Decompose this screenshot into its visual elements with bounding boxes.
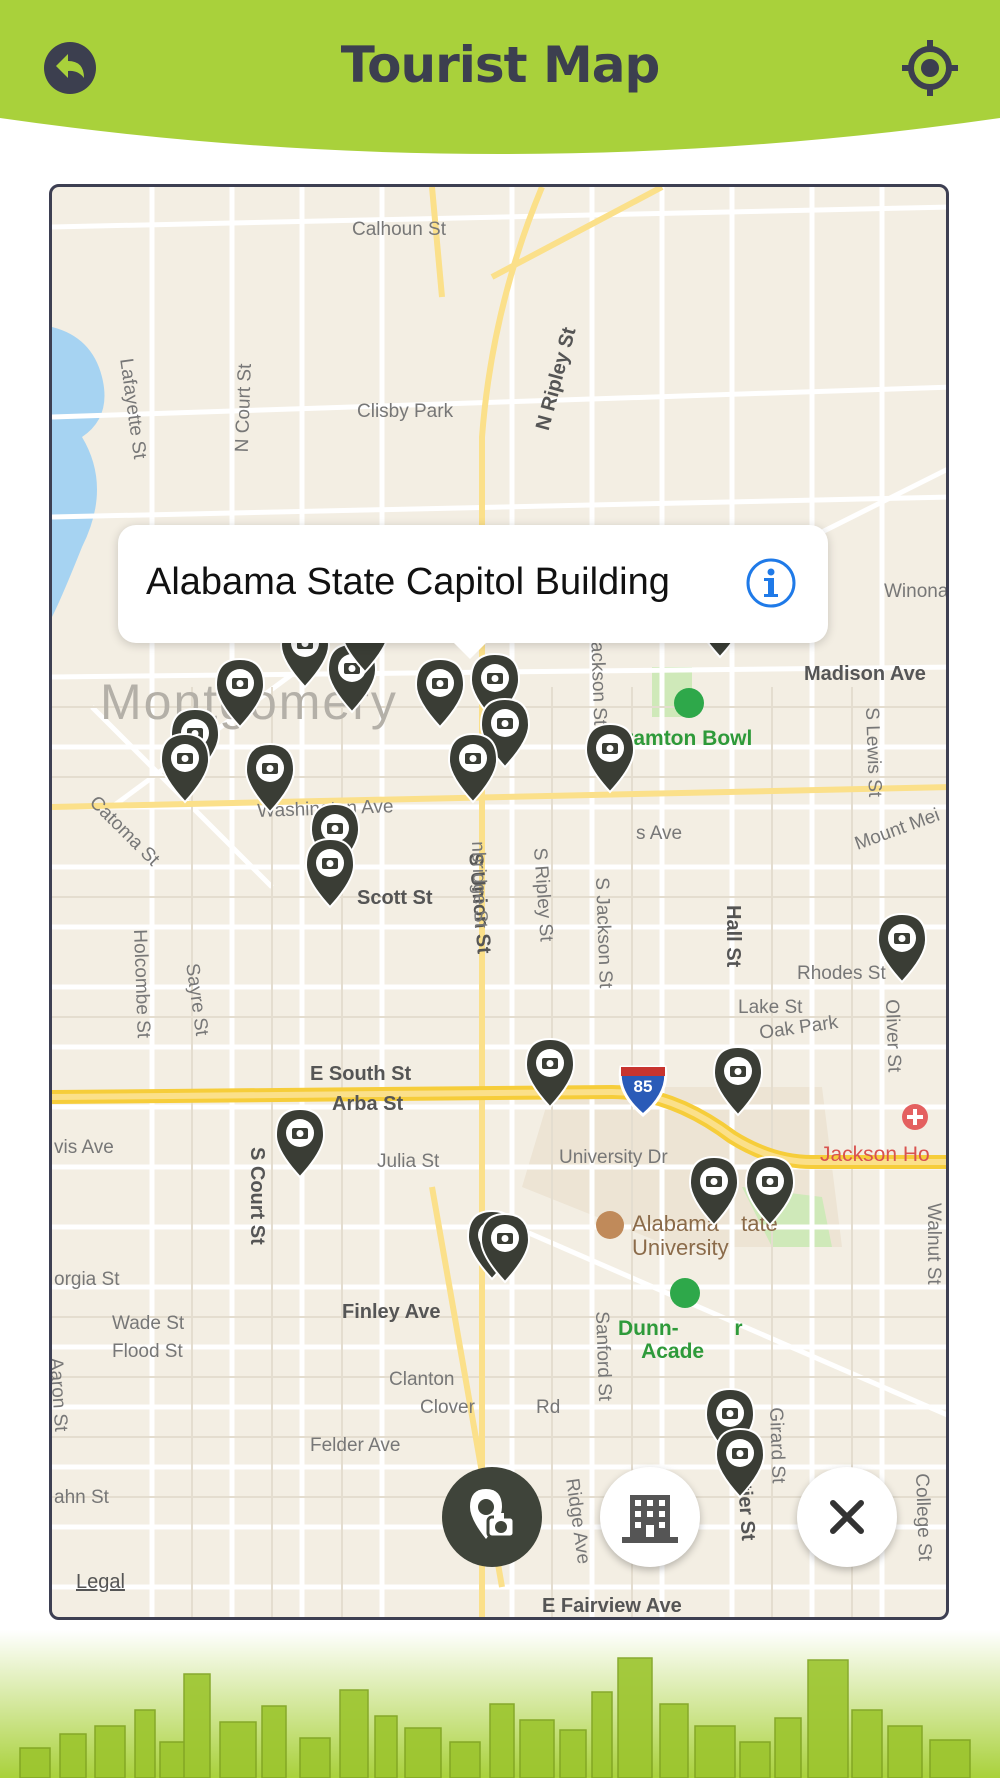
- locate-button[interactable]: [900, 38, 960, 98]
- skyline-decoration: [0, 1630, 1000, 1778]
- street-label: Walnut St: [923, 1203, 944, 1285]
- photo-spot-pin-icon[interactable]: [157, 732, 213, 804]
- camera-spots-button[interactable]: [442, 1467, 542, 1567]
- photo-spot-pin-icon[interactable]: [477, 1212, 533, 1284]
- street-label: Clanton: [389, 1369, 455, 1390]
- street-label: Lake St: [738, 997, 803, 1018]
- street-label: Jackson St: [586, 632, 611, 726]
- street-label: Sanford St: [591, 1311, 616, 1402]
- street-label: Rd: [536, 1397, 561, 1418]
- photo-spot-pin-icon[interactable]: [522, 1037, 578, 1109]
- info-icon: [746, 558, 796, 608]
- photo-spot-pin-icon[interactable]: [742, 1155, 798, 1227]
- street-label: Finley Ave: [342, 1301, 441, 1323]
- photo-spot-pin-icon[interactable]: [445, 732, 501, 804]
- street-label: orgia St: [54, 1269, 120, 1290]
- close-icon: [830, 1500, 864, 1534]
- photo-spot-pin-icon[interactable]: [582, 722, 638, 794]
- street-label: nbridge St: [467, 841, 492, 929]
- poi-label-line: Dunn-: [618, 1317, 679, 1340]
- photo-spot-pin-icon[interactable]: [710, 1045, 766, 1117]
- buildings-button[interactable]: [600, 1467, 700, 1567]
- info-button[interactable]: [745, 557, 797, 609]
- street-label: Arba St: [332, 1093, 404, 1115]
- poi-label-line: University: [632, 1235, 729, 1260]
- crosshair-locate-icon: [902, 40, 958, 96]
- street-label: E South St: [310, 1063, 412, 1085]
- street-label: Winona: [884, 581, 949, 602]
- photo-spot-pin-icon[interactable]: [686, 1155, 742, 1227]
- camera-pin-icon: [470, 1489, 516, 1539]
- street-label: College St: [911, 1473, 936, 1562]
- street-label: E Fairview Ave: [542, 1595, 682, 1617]
- building-icon: [622, 1495, 678, 1543]
- page-title: Tourist Map: [340, 36, 661, 94]
- close-button[interactable]: [797, 1467, 897, 1567]
- street-label: S Jackson St: [591, 877, 616, 989]
- interstate-number: 85: [633, 1077, 653, 1096]
- street-label: Scott St: [357, 887, 433, 909]
- street-label: Calhoun St: [352, 219, 447, 240]
- header: Tourist Map: [0, 0, 1000, 160]
- legal-link[interactable]: Legal: [76, 1571, 125, 1594]
- street-label: S Court St: [246, 1147, 268, 1245]
- street-label: S Lewis St: [861, 707, 886, 798]
- map-base: [52, 187, 946, 1617]
- poi-dunn-oliver-acadome[interactable]: Dunn- r Acade: [618, 1317, 743, 1363]
- street-label: Madison Ave: [804, 663, 926, 685]
- street-label: Oliver St: [881, 999, 905, 1073]
- street-label: Julia St: [377, 1151, 440, 1172]
- street-label: Clisby Park: [357, 401, 454, 422]
- photo-spot-pin-icon[interactable]: [242, 742, 298, 814]
- street-label: Rhodes St: [797, 963, 886, 984]
- street-label: Holcombe St: [129, 929, 154, 1039]
- street-label: s Ave: [636, 823, 683, 844]
- photo-spot-pin-icon[interactable]: [412, 657, 468, 729]
- street-label: vis Ave: [54, 1137, 114, 1158]
- street-label: N Court St: [231, 363, 256, 453]
- place-callout[interactable]: Alabama State Capitol Building: [118, 525, 828, 643]
- street-label: Clover: [420, 1397, 475, 1418]
- poi-label-line: Acade: [641, 1340, 705, 1363]
- photo-spot-pin-icon[interactable]: [712, 1427, 768, 1499]
- street-label: Flood St: [112, 1341, 183, 1362]
- photo-spot-pin-icon[interactable]: [272, 1107, 328, 1179]
- callout-title: Alabama State Capitol Building: [146, 561, 670, 603]
- photo-spot-pin-icon[interactable]: [874, 912, 930, 984]
- photo-spot-pin-icon[interactable]: [302, 837, 358, 909]
- callout-pointer: [450, 639, 490, 659]
- street-label: University Dr: [559, 1147, 668, 1168]
- street-label: Felder Ave: [310, 1435, 401, 1456]
- poi-jackson-hospital[interactable]: Jackson Ho: [820, 1143, 930, 1167]
- poi-label-line: r: [734, 1317, 743, 1340]
- map-view[interactable]: Montgomery Calhoun St Clisby Park N Ripl…: [49, 184, 949, 1620]
- street-label: Wade St: [112, 1313, 185, 1334]
- street-label: ahn St: [54, 1487, 109, 1508]
- street-label: Hall St: [722, 905, 744, 968]
